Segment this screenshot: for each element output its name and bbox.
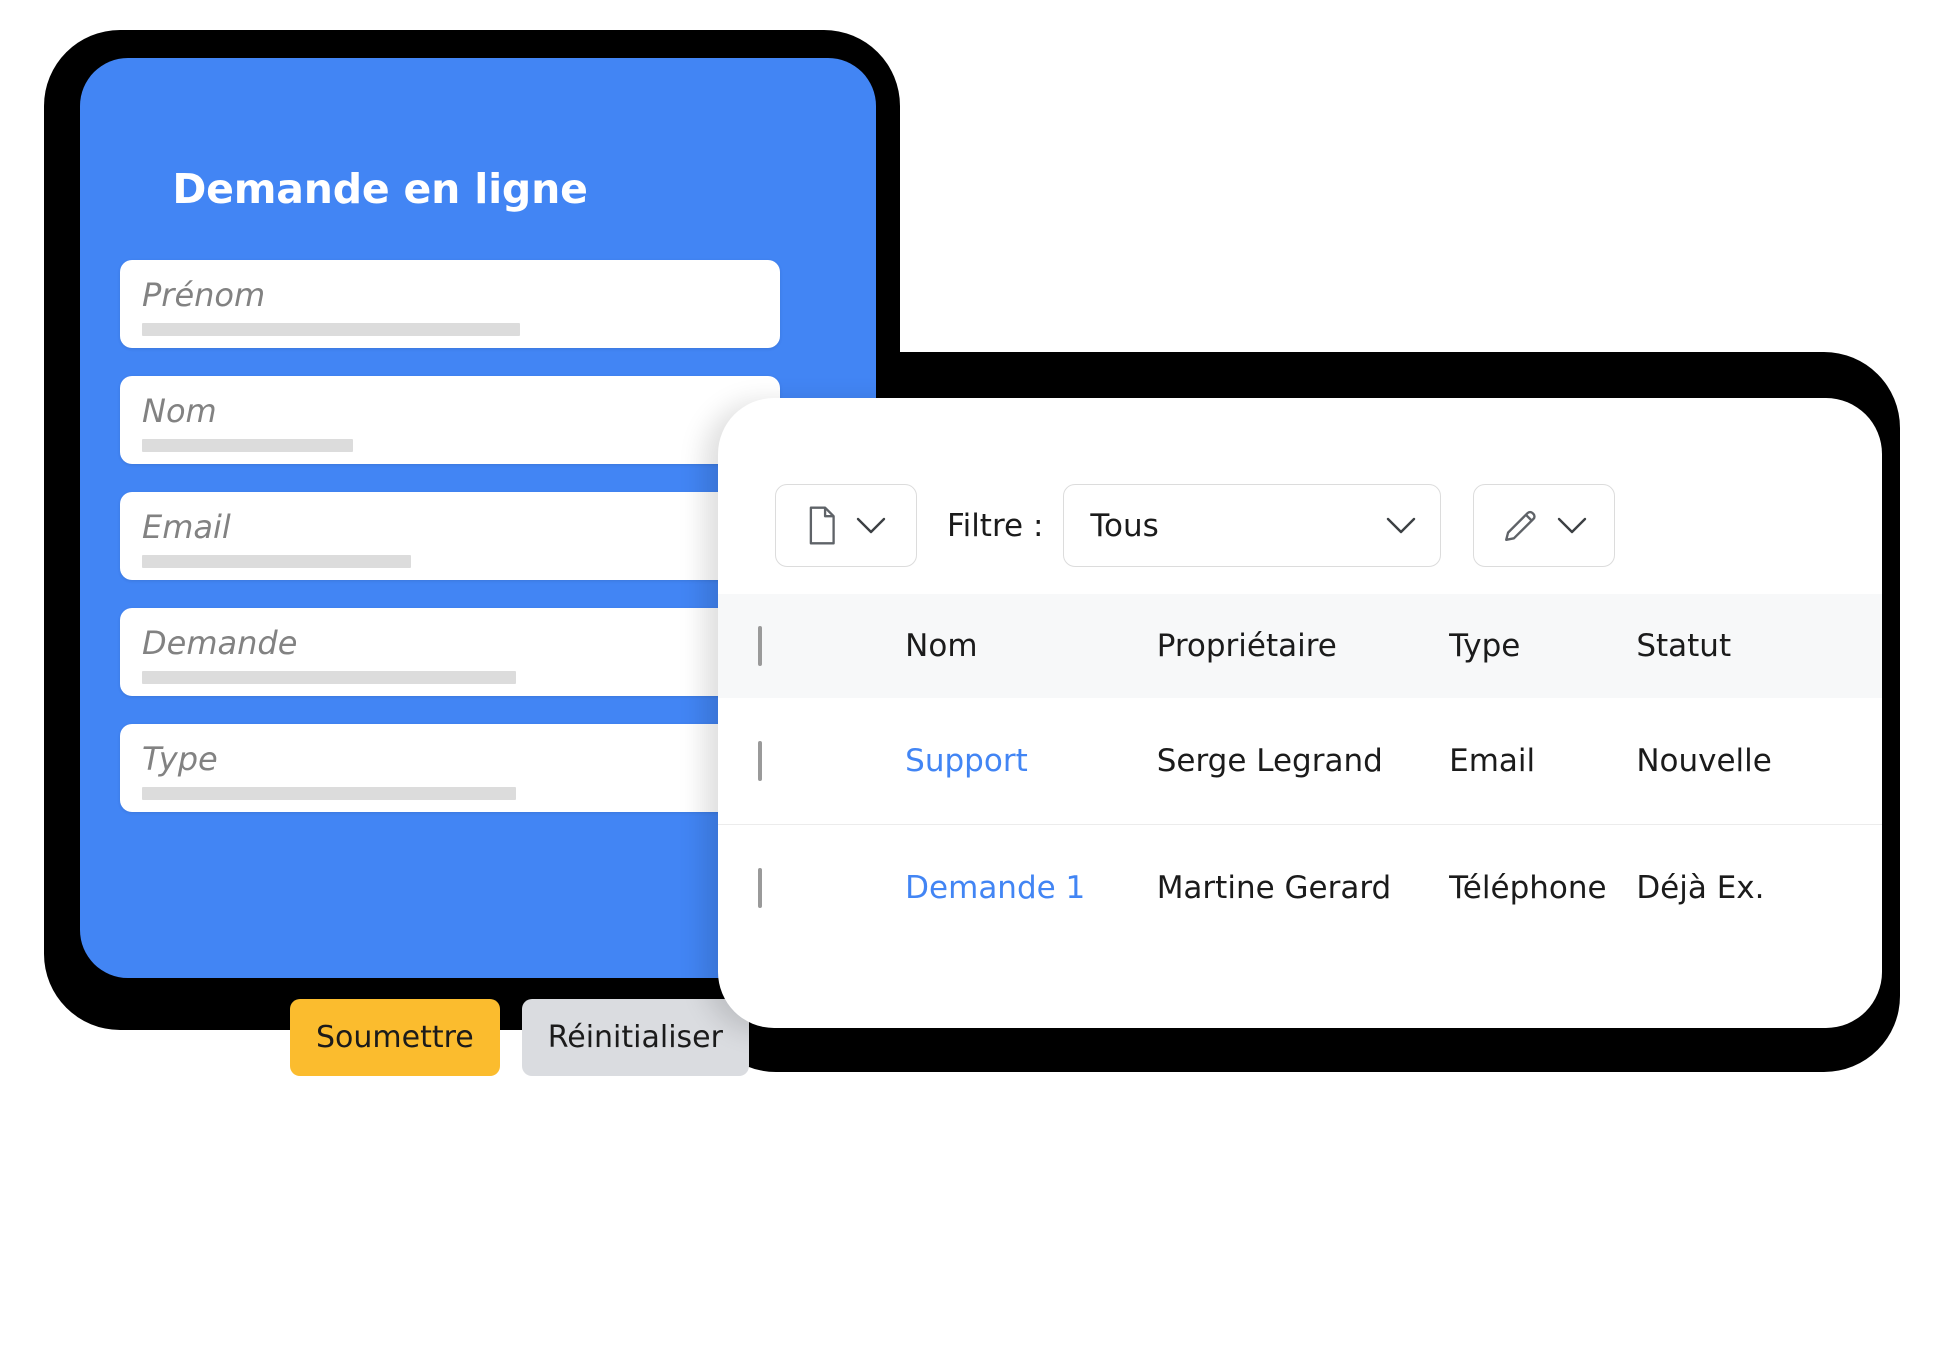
page-title: Demande en ligne bbox=[172, 165, 588, 213]
select-all-checkbox[interactable] bbox=[758, 626, 762, 666]
field-email-bar bbox=[142, 555, 411, 568]
requests-list-card: Filtre : Tous Nom Propriétaire Type Stat… bbox=[718, 398, 1882, 1028]
table-row: Demande 1 Martine Gerard Téléphone Déjà … bbox=[718, 824, 1882, 952]
cell-statut: Nouvelle bbox=[1636, 743, 1772, 779]
field-email[interactable]: Email bbox=[120, 492, 780, 580]
field-type-label: Type bbox=[142, 740, 218, 778]
field-prenom-bar bbox=[142, 323, 520, 336]
table-header-row: Nom Propriétaire Type Statut bbox=[718, 594, 1882, 698]
field-type[interactable]: Type bbox=[120, 724, 780, 812]
field-nom[interactable]: Nom bbox=[120, 376, 780, 464]
request-link[interactable]: Support bbox=[905, 743, 1028, 779]
cell-statut: Déjà Ex. bbox=[1636, 870, 1765, 906]
cell-nom: Demande 1 bbox=[905, 825, 1157, 952]
cell-proprietaire: Martine Gerard bbox=[1156, 870, 1392, 906]
chevron-down-icon bbox=[856, 516, 886, 535]
filter-select-value: Tous bbox=[1090, 507, 1159, 544]
filter-label: Filtre : bbox=[947, 507, 1044, 544]
new-document-button[interactable] bbox=[775, 484, 917, 567]
table-row: Support Serge Legrand Email Nouvelle bbox=[718, 698, 1882, 825]
filter-select[interactable]: Tous bbox=[1063, 484, 1442, 567]
table-header: Nom Propriétaire Type Statut bbox=[718, 594, 1882, 698]
column-header-nom[interactable]: Nom bbox=[905, 594, 1157, 698]
edit-button[interactable] bbox=[1473, 484, 1616, 567]
document-icon bbox=[807, 506, 838, 545]
field-demande-label: Demande bbox=[142, 624, 298, 662]
row-select-cell bbox=[718, 825, 905, 952]
row-select-cell bbox=[718, 698, 905, 825]
field-nom-bar bbox=[142, 439, 353, 452]
cell-type: Téléphone bbox=[1449, 870, 1607, 906]
chevron-down-icon bbox=[1386, 516, 1416, 535]
row-checkbox[interactable] bbox=[758, 741, 762, 781]
cell-nom: Support bbox=[905, 698, 1157, 825]
row-checkbox[interactable] bbox=[758, 868, 762, 908]
cell-proprietaire: Serge Legrand bbox=[1156, 743, 1383, 779]
table-toolbar: Filtre : Tous bbox=[775, 484, 1616, 567]
field-prenom-label: Prénom bbox=[142, 276, 266, 314]
reset-button[interactable]: Réinitialiser bbox=[521, 999, 749, 1076]
field-prenom[interactable]: Prénom bbox=[120, 260, 780, 348]
cell-type: Email bbox=[1449, 743, 1536, 779]
column-header-statut[interactable]: Statut bbox=[1636, 594, 1882, 698]
column-header-type[interactable]: Type bbox=[1449, 594, 1636, 698]
field-demande[interactable]: Demande bbox=[120, 608, 780, 696]
chevron-down-icon bbox=[1557, 516, 1587, 535]
field-nom-label: Nom bbox=[142, 392, 217, 430]
request-link[interactable]: Demande 1 bbox=[905, 870, 1085, 906]
column-header-proprietaire[interactable]: Propriétaire bbox=[1157, 594, 1449, 698]
submit-button[interactable]: Soumettre bbox=[290, 999, 500, 1076]
requests-table: Nom Propriétaire Type Statut Support Ser… bbox=[718, 594, 1882, 951]
pencil-icon bbox=[1502, 507, 1539, 544]
field-email-label: Email bbox=[142, 508, 231, 546]
form-actions: Soumettre Réinitialiser bbox=[290, 999, 749, 1076]
select-all-cell bbox=[718, 594, 905, 698]
table-body: Support Serge Legrand Email Nouvelle Dem… bbox=[718, 698, 1882, 951]
field-demande-bar bbox=[142, 671, 516, 684]
field-type-bar bbox=[142, 787, 516, 800]
